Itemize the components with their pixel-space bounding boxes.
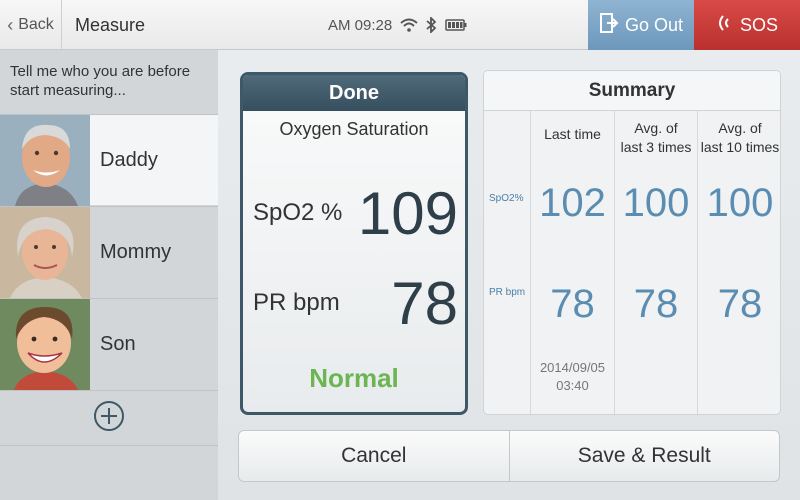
result-card: Done Oxygen Saturation SpO2 % 109 PR bpm…: [240, 72, 468, 415]
status-bar: AM 09:28: [328, 0, 467, 50]
summary-table: SpO2% PR bpm Last time 102 78 2014/09/05…: [484, 111, 780, 414]
back-label: Back: [18, 16, 54, 33]
spo2-label: SpO2 %: [253, 199, 343, 226]
sos-button[interactable]: SOS: [694, 0, 800, 50]
user-name-daddy: Daddy: [100, 148, 158, 171]
sos-label: SOS: [739, 14, 778, 35]
clock: AM 09:28: [328, 16, 393, 34]
row-label-spo2: SpO2%: [489, 193, 524, 204]
col-header-avg3: Avg. of last 3 times: [620, 120, 692, 155]
signal-waves-icon: [716, 13, 734, 38]
summary-panel: Summary SpO2% PR bpm Last time 102 78 20…: [483, 70, 781, 415]
row-label-pr: PR bpm: [489, 287, 526, 298]
cancel-button[interactable]: Cancel: [239, 431, 509, 481]
battery-icon: [445, 19, 467, 31]
page-title: Measure: [75, 15, 146, 35]
pr-label: PR bpm: [253, 289, 340, 316]
summary-title: Summary: [484, 71, 780, 111]
col-header-avg10: Avg. of last 10 times: [700, 120, 780, 155]
bluetooth-icon: [426, 17, 437, 33]
last-timestamp: 2014/09/05 03:40: [539, 360, 606, 393]
save-result-button[interactable]: Save & Result: [508, 431, 780, 481]
user-item-mommy[interactable]: Mommy: [0, 206, 218, 298]
avatar-daddy: [0, 114, 90, 206]
col-header-last: Last time: [544, 126, 601, 142]
add-user-button[interactable]: [0, 390, 218, 446]
result-verdict: Normal: [309, 363, 399, 393]
avg3-pr-value: 78: [633, 282, 679, 326]
door-exit-icon: [599, 12, 619, 39]
avg10-pr-value: 78: [717, 282, 763, 326]
spo2-value: 109: [357, 179, 458, 247]
action-bar: Cancel Save & Result: [238, 430, 780, 482]
back-button[interactable]: ‹ Back: [0, 0, 62, 50]
plus-circle-icon: [93, 400, 125, 437]
user-sidebar: Tell me who you are before start measuri…: [0, 50, 246, 500]
summary-col-last: Last time 102 78 2014/09/05 03:40: [530, 111, 614, 414]
avatar-son: [0, 298, 90, 390]
spo2-metric: SpO2 % 109: [253, 180, 458, 247]
last-pr-value: 78: [550, 282, 595, 326]
result-subtitle: Oxygen Saturation: [279, 119, 429, 139]
pr-value: 78: [391, 269, 458, 337]
go-out-label: Go Out: [624, 14, 684, 35]
pr-metric: PR bpm 78: [253, 270, 458, 337]
avatar-mommy: [0, 206, 90, 298]
last-spo2-value: 102: [539, 181, 606, 225]
user-prompt: Tell me who you are before start measuri…: [10, 63, 191, 99]
main-panel: Done Oxygen Saturation SpO2 % 109 PR bpm…: [218, 50, 800, 500]
user-name-mommy: Mommy: [100, 240, 172, 263]
result-status-header: Done: [243, 75, 465, 111]
user-item-son[interactable]: Son: [0, 298, 218, 390]
go-out-button[interactable]: Go Out: [588, 0, 694, 50]
wifi-icon: [400, 18, 418, 32]
chevron-left-icon: ‹: [7, 14, 14, 35]
avg3-spo2-value: 100: [622, 181, 690, 225]
summary-col-avg10: Avg. of last 10 times 100 78: [697, 111, 780, 414]
summary-col-avg3: Avg. of last 3 times 100 78: [614, 111, 697, 414]
user-name-son: Son: [100, 332, 136, 355]
avg10-spo2-value: 100: [706, 181, 774, 225]
user-item-daddy[interactable]: Daddy: [0, 114, 246, 206]
top-bar: ‹ Back Measure AM 09:28 Go Out SOS: [0, 0, 800, 50]
